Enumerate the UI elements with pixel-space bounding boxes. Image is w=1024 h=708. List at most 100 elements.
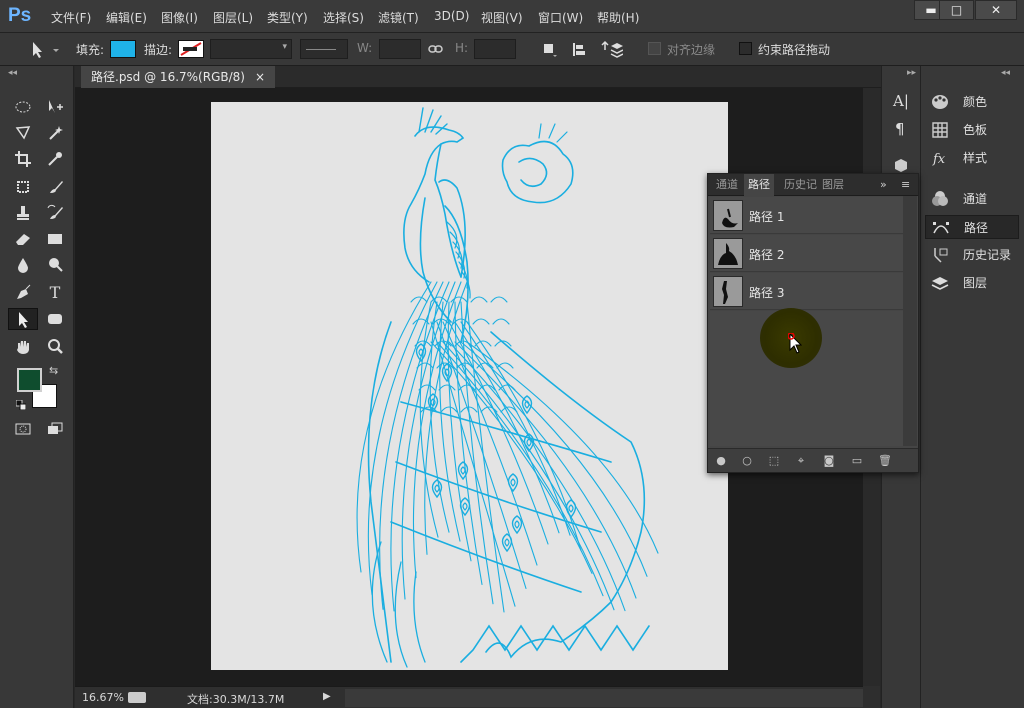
fx-styles-icon: fx <box>932 152 946 167</box>
horizontal-scrollbar[interactable] <box>345 689 863 707</box>
screen-mode-icon[interactable] <box>42 418 68 440</box>
clone-stamp-tool-icon[interactable] <box>10 202 36 224</box>
stroke-width-dropdown[interactable]: ▾ <box>210 39 292 59</box>
menu-file[interactable]: 文件(F) <box>51 9 91 26</box>
lasso-tool-icon[interactable] <box>10 122 36 144</box>
panel-item-channels[interactable]: 通道 <box>925 187 1019 211</box>
status-info-icon[interactable] <box>128 692 146 703</box>
menu-window[interactable]: 窗口(W) <box>538 9 583 26</box>
path-selection-tool-icon[interactable] <box>8 308 38 330</box>
status-menu-arrow-icon[interactable]: ▶ <box>323 691 331 702</box>
default-colors-icon[interactable] <box>15 399 27 411</box>
menu-image[interactable]: 图像(I) <box>161 9 198 26</box>
stroke-label: 描边: <box>144 43 173 57</box>
panel-item-swatches[interactable]: 色板 <box>925 118 1019 142</box>
move-tool-icon[interactable] <box>42 96 68 118</box>
menu-filter[interactable]: 滤镜(T) <box>378 9 419 26</box>
panel-item-layers[interactable]: 图层 <box>925 271 1019 295</box>
height-input[interactable] <box>474 39 516 59</box>
load-as-selection-icon[interactable]: ⬚ <box>766 453 782 469</box>
menu-select[interactable]: 选择(S) <box>323 9 364 26</box>
close-window-button[interactable]: ✕ <box>975 0 1017 20</box>
maximize-button[interactable]: □ <box>939 0 974 20</box>
fill-color-swatch[interactable] <box>110 40 136 58</box>
collapse-toolbox-icon[interactable]: ◂◂ <box>8 68 17 78</box>
collapse-dock-icon[interactable]: ◂◂ <box>1001 68 1010 78</box>
no-stroke-icon <box>180 42 202 56</box>
tool-preset-picker[interactable] <box>28 41 62 59</box>
pen-tool-icon[interactable] <box>10 282 36 304</box>
tab-paths[interactable]: 路径 <box>744 174 774 196</box>
rounded-rectangle-tool-icon[interactable] <box>42 308 68 330</box>
stroke-type-dropdown[interactable] <box>300 39 348 59</box>
fill-path-icon[interactable]: ● <box>713 453 729 469</box>
delete-path-icon[interactable]: 🗑 <box>877 453 893 469</box>
gradient-tool-icon[interactable] <box>42 228 68 250</box>
path-1-thumbnail <box>713 200 743 231</box>
right-panel-dock: ◂◂ 颜色 色板 fx 样式 通道 路径 历史记录 图层 <box>921 66 1024 708</box>
panel-item-color[interactable]: 颜色 <box>925 90 1019 114</box>
paths-panel-tabs: 通道 路径 历史记 图层 » ≡ <box>708 174 918 196</box>
panel-item-history[interactable]: 历史记录 <box>925 243 1019 267</box>
expand-strip-icon[interactable]: ▸▸ <box>907 68 916 78</box>
blur-tool-icon[interactable] <box>10 254 36 276</box>
paths-panel: 通道 路径 历史记 图层 » ≡ 路径 1 路径 2 路径 3 ● ○ ⬚ ⌖ … <box>707 173 919 473</box>
tab-channels[interactable]: 通道 <box>712 174 742 196</box>
menu-view[interactable]: 视图(V) <box>481 9 523 26</box>
panel-item-styles[interactable]: fx 样式 <box>925 146 1019 170</box>
tab-layers[interactable]: 图层 <box>818 174 848 196</box>
new-path-icon[interactable]: ▭ <box>849 453 865 469</box>
close-document-icon[interactable]: × <box>255 66 265 88</box>
eraser-tool-icon[interactable] <box>10 228 36 250</box>
history-brush-tool-icon[interactable] <box>42 202 68 224</box>
paths-panel-scrollbar[interactable] <box>903 196 917 446</box>
panel-menu-icon[interactable]: ≡ <box>897 174 914 196</box>
palette-icon <box>932 95 948 109</box>
type-tool-icon[interactable]: T <box>42 282 68 304</box>
stroke-none-swatch[interactable] <box>178 40 204 58</box>
menu-bar: Ps 文件(F) 编辑(E) 图像(I) 图层(L) 类型(Y) 选择(S) 滤… <box>0 0 1024 33</box>
link-dimensions-icon[interactable] <box>428 42 444 56</box>
quick-mask-icon[interactable] <box>10 418 36 440</box>
path-row-2[interactable]: 路径 2 <box>710 235 903 272</box>
path-row-3[interactable]: 路径 3 <box>710 273 903 310</box>
eyedropper-tool-icon[interactable] <box>42 148 68 170</box>
add-mask-icon[interactable]: ◙ <box>821 453 837 469</box>
width-input[interactable] <box>379 39 421 59</box>
crop-tool-icon[interactable] <box>10 148 36 170</box>
menu-layer[interactable]: 图层(L) <box>213 9 253 26</box>
menu-help[interactable]: 帮助(H) <box>597 9 639 26</box>
hand-tool-icon[interactable] <box>10 336 36 358</box>
zoom-level[interactable]: 16.67% <box>82 691 124 704</box>
path-selection-arrow-icon <box>33 42 59 58</box>
dodge-tool-icon[interactable] <box>42 254 68 276</box>
path-arrangement-icon[interactable] <box>601 40 624 60</box>
menu-edit[interactable]: 编辑(E) <box>106 9 147 26</box>
make-work-path-icon[interactable]: ⌖ <box>793 453 809 469</box>
path-alignment-icon[interactable] <box>570 41 588 59</box>
path-operations-icon[interactable] <box>541 41 559 59</box>
magic-wand-tool-icon[interactable] <box>42 122 68 144</box>
document-tab[interactable]: 路径.psd @ 16.7%(RGB/8) × <box>81 66 276 88</box>
align-edges-label: 对齐边缘 <box>667 43 716 57</box>
spot-healing-brush-tool-icon[interactable] <box>10 176 36 198</box>
align-edges-checkbox[interactable] <box>648 42 661 55</box>
path-row-1[interactable]: 路径 1 <box>710 197 903 234</box>
foreground-color-swatch[interactable] <box>17 368 42 392</box>
expand-panel-icon[interactable]: » <box>876 174 891 196</box>
menu-3d[interactable]: 3D(D) <box>434 9 469 23</box>
swap-colors-icon[interactable]: ⇆ <box>49 364 58 377</box>
swatches-grid-icon <box>932 122 948 138</box>
elliptical-marquee-tool-icon[interactable] <box>10 96 36 118</box>
constrain-path-checkbox[interactable] <box>739 42 752 55</box>
3d-panel-icon[interactable] <box>893 158 909 172</box>
stroke-path-icon[interactable]: ○ <box>739 453 755 469</box>
character-panel-icon[interactable]: A| <box>893 92 909 110</box>
document-canvas[interactable] <box>211 102 728 670</box>
menu-type[interactable]: 类型(Y) <box>267 9 308 26</box>
panel-item-paths[interactable]: 路径 <box>925 215 1019 239</box>
tab-history[interactable]: 历史记 <box>780 174 821 196</box>
zoom-tool-icon[interactable] <box>42 336 68 358</box>
brush-tool-icon[interactable] <box>42 176 68 198</box>
paragraph-panel-icon[interactable]: ¶ <box>895 120 905 138</box>
